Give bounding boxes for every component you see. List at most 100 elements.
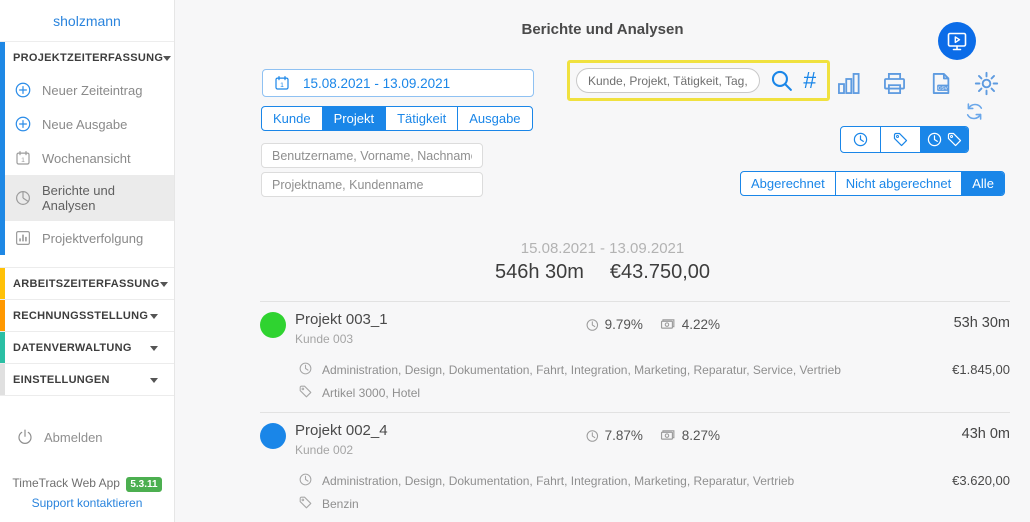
- tab-taetigkeit[interactable]: Tätigkeit: [386, 107, 458, 130]
- settings-button[interactable]: [973, 70, 1000, 97]
- logout-button[interactable]: Abmelden: [0, 418, 174, 456]
- calendar-icon: [273, 74, 291, 92]
- project-percentages: 9.79% 4.22%: [585, 315, 720, 334]
- project-filter-input[interactable]: [261, 172, 483, 197]
- video-tutorial-icon: [945, 29, 969, 53]
- username[interactable]: sholzmann: [0, 0, 174, 42]
- hashtag-icon[interactable]: #: [803, 69, 818, 92]
- project-activities: Administration, Design, Dokumentation, F…: [322, 472, 880, 488]
- chevron-down-icon: [150, 346, 158, 351]
- search-icon[interactable]: [769, 68, 794, 93]
- date-range-picker[interactable]: 15.08.2021 - 13.09.2021: [262, 69, 534, 97]
- bar-chart-icon: [835, 70, 862, 97]
- sidebar-item-berichte-und-analysen[interactable]: Berichte und Analysen: [0, 175, 174, 221]
- chevron-down-icon: [163, 56, 171, 61]
- bar-chart-box-icon: [14, 229, 32, 247]
- support-link[interactable]: Support kontaktieren: [32, 496, 143, 510]
- refresh-icon: [964, 101, 985, 122]
- export-csv-button[interactable]: [927, 70, 954, 97]
- toggle-expenses-only[interactable]: [881, 127, 921, 152]
- expense-percent: 4.22%: [682, 317, 720, 332]
- sidebar-item-label: Neue Ausgabe: [42, 117, 127, 132]
- project-percentages: 7.87% 8.27%: [585, 426, 720, 445]
- section-label: EINSTELLUNGEN: [13, 374, 110, 386]
- project-name: Projekt 003_1: [295, 311, 585, 328]
- project-expenses: Benzin: [322, 495, 1010, 511]
- refresh-button[interactable]: [964, 101, 985, 122]
- expense-percent: 8.27%: [682, 428, 720, 443]
- project-expenses: Artikel 3000, Hotel: [322, 384, 1010, 400]
- project-color-dot: [260, 423, 286, 449]
- customer-name: Kunde 003: [295, 332, 585, 346]
- sidebar-item-label: Neuer Zeiteintrag: [42, 83, 142, 98]
- project-row[interactable]: Projekt 003_1 Kunde 003 9.79% 4.22% 53h …: [260, 301, 1010, 412]
- sidebar-footer: TimeTrack Web App 5.3.11 Support kontakt…: [0, 476, 174, 512]
- cash-icon: [659, 426, 676, 445]
- filter-nicht-abgerechnet[interactable]: Nicht abgerechnet: [836, 172, 963, 195]
- section-header-rechnungsstellung[interactable]: RECHNUNGSSTELLUNG: [0, 300, 174, 331]
- video-tutorial-button[interactable]: [938, 22, 976, 60]
- section-label: ARBEITSZEITERFASSUNG: [13, 278, 160, 290]
- section-color-bar: [0, 268, 5, 299]
- view-toggle: [840, 126, 969, 153]
- section-header-datenverwaltung[interactable]: DATENVERWALTUNG: [0, 332, 174, 363]
- section-header-arbeitszeiterfassung[interactable]: ARBEITSZEITERFASSUNG: [0, 268, 174, 299]
- printer-icon: [881, 70, 908, 97]
- search-input[interactable]: [576, 68, 760, 93]
- pie-chart-icon: [14, 189, 32, 207]
- clock-icon: [585, 428, 600, 444]
- section-color-bar: [0, 332, 5, 363]
- app-name: TimeTrack Web App: [12, 476, 120, 490]
- sidebar-item-neuer-zeiteintrag[interactable]: Neuer Zeiteintrag: [0, 73, 174, 107]
- category-tabs: Kunde Projekt Tätigkeit Ausgabe: [261, 106, 533, 131]
- summary-total-time: 546h 30m: [495, 261, 584, 284]
- sidebar-item-wochenansicht[interactable]: Wochenansicht: [0, 141, 174, 175]
- customer-name: Kunde 002: [295, 443, 585, 457]
- sidebar-item-label: Projektverfolgung: [42, 231, 143, 246]
- clock-icon: [298, 361, 313, 376]
- user-filter-input[interactable]: [261, 143, 483, 168]
- page-title: Berichte und Analysen: [175, 21, 1030, 38]
- tag-icon: [892, 131, 909, 148]
- section-header-projektzeiterfassung[interactable]: PROJEKTZEITERFASSUNG: [0, 42, 174, 73]
- chevron-down-icon: [150, 314, 158, 319]
- date-range-value: 15.08.2021 - 13.09.2021: [303, 76, 450, 91]
- report-toolbar: [835, 70, 1000, 97]
- project-amount: €1.845,00: [880, 361, 1010, 377]
- print-button[interactable]: [881, 70, 908, 97]
- filter-abgerechnet[interactable]: Abgerechnet: [741, 172, 836, 195]
- section-color-bar: [0, 42, 5, 255]
- cash-icon: [659, 315, 676, 334]
- export-csv-icon: [927, 70, 954, 97]
- clock-icon: [926, 131, 943, 148]
- tab-ausgabe[interactable]: Ausgabe: [458, 107, 531, 130]
- toggle-time-only[interactable]: [841, 127, 881, 152]
- tag-icon: [946, 131, 963, 148]
- calendar-icon: [14, 149, 32, 167]
- section-label: RECHNUNGSSTELLUNG: [13, 310, 148, 322]
- chevron-down-icon: [150, 378, 158, 383]
- section-color-bar: [0, 364, 5, 395]
- clock-icon: [585, 317, 600, 333]
- project-name: Projekt 002_4: [295, 422, 585, 439]
- sidebar-item-neue-ausgabe[interactable]: Neue Ausgabe: [0, 107, 174, 141]
- tab-projekt[interactable]: Projekt: [323, 107, 386, 130]
- project-row[interactable]: Projekt 002_4 Kunde 002 7.87% 8.27% 43h …: [260, 412, 1010, 522]
- sidebar-section-arbeitszeiterfassung: ARBEITSZEITERFASSUNG: [0, 267, 174, 300]
- filter-alle[interactable]: Alle: [962, 172, 1004, 195]
- sidebar-item-projektverfolgung[interactable]: Projektverfolgung: [0, 221, 174, 255]
- toggle-time-and-expenses[interactable]: [921, 127, 968, 152]
- report-summary: 15.08.2021 - 13.09.2021 546h 30m €43.750…: [175, 240, 1030, 284]
- clock-icon: [298, 472, 313, 487]
- time-percent: 9.79%: [605, 317, 643, 332]
- logout-label: Abmelden: [44, 430, 103, 445]
- sidebar-section-datenverwaltung: DATENVERWALTUNG: [0, 332, 174, 364]
- sidebar-section-projektzeiterfassung: PROJEKTZEITERFASSUNG Neuer Zeiteintrag N…: [0, 42, 174, 255]
- summary-total-amount: €43.750,00: [610, 261, 710, 284]
- bar-chart-button[interactable]: [835, 70, 862, 97]
- tab-kunde[interactable]: Kunde: [262, 107, 323, 130]
- project-color-dot: [260, 312, 286, 338]
- section-color-bar: [0, 300, 5, 331]
- billing-filter: Abgerechnet Nicht abgerechnet Alle: [740, 171, 1005, 196]
- section-header-einstellungen[interactable]: EINSTELLUNGEN: [0, 364, 174, 395]
